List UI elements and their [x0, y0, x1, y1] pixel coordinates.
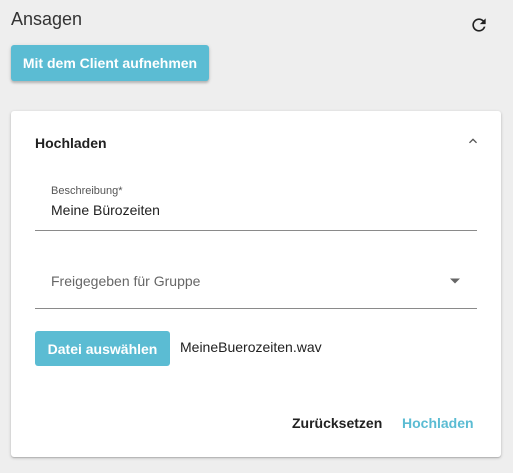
description-label: Beschreibung* [51, 185, 123, 197]
group-select-placeholder: Freigegeben für Gruppe [51, 273, 201, 289]
refresh-icon [472, 18, 486, 32]
description-input[interactable]: Meine Bürozeiten [51, 202, 160, 218]
upload-panel: Hochladen Beschreibung* Meine Bürozeiten… [11, 111, 501, 457]
dropdown-arrow-icon [450, 278, 460, 284]
choose-file-button[interactable]: Datei auswählen [35, 331, 170, 366]
chevron-up-icon[interactable] [465, 133, 481, 149]
page-title: Ansagen [11, 9, 83, 29]
upload-panel-title: Hochladen [35, 135, 107, 151]
refresh-button[interactable] [466, 12, 492, 38]
upload-button[interactable]: Hochladen [394, 411, 482, 435]
group-select[interactable]: Freigegeben für Gruppe [35, 254, 477, 309]
selected-file-name: MeineBuerozeiten.wav [180, 339, 322, 355]
record-with-client-button[interactable]: Mit dem Client aufnehmen [11, 45, 209, 81]
description-field[interactable]: Beschreibung* Meine Bürozeiten [35, 181, 477, 231]
reset-button[interactable]: Zurücksetzen [284, 411, 390, 435]
